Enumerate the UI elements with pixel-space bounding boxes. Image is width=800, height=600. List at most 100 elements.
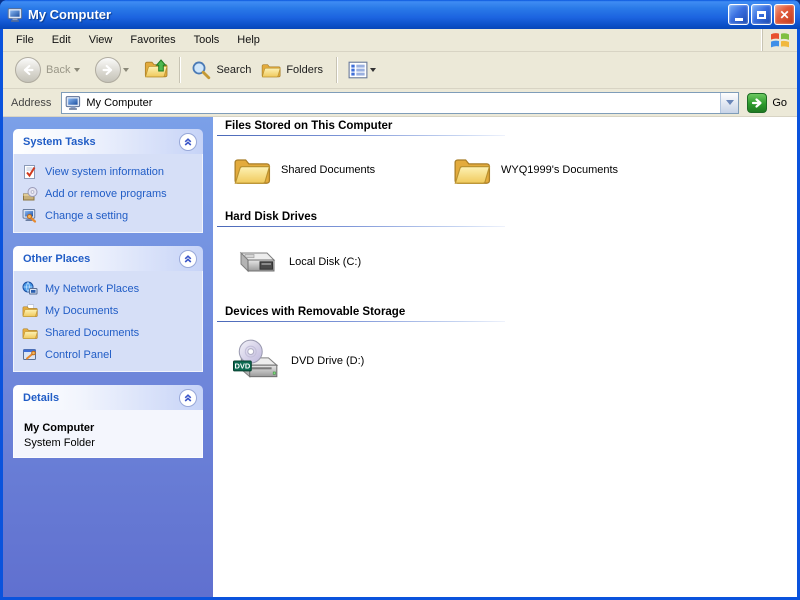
- toolbar: Back Search Folders: [3, 52, 797, 89]
- collapse-button[interactable]: [179, 250, 197, 268]
- link-label: Control Panel: [45, 349, 112, 361]
- details-item-type: System Folder: [24, 437, 194, 449]
- section-divider: [217, 226, 505, 227]
- title-bar: My Computer ✕: [0, 0, 800, 29]
- back-dropdown-icon[interactable]: [74, 68, 80, 72]
- address-label: Address: [3, 97, 61, 109]
- item-local-disk-c[interactable]: Local Disk (C:): [233, 243, 453, 281]
- up-button[interactable]: [140, 54, 172, 86]
- item-label: Local Disk (C:): [289, 256, 361, 268]
- address-input[interactable]: My Computer: [61, 92, 739, 114]
- maximize-button[interactable]: [751, 4, 772, 25]
- address-bar: Address My Computer Go: [3, 89, 797, 117]
- section-title-removable: Devices with Removable Storage: [217, 305, 797, 318]
- chevron-down-icon: [726, 100, 734, 105]
- collapse-button[interactable]: [179, 133, 197, 151]
- link-my-network-places[interactable]: My Network Places: [22, 280, 194, 297]
- views-icon: [348, 60, 368, 80]
- go-arrow-icon: [751, 97, 763, 109]
- files-row: Shared Documents WYQ1999's Documents: [233, 153, 797, 187]
- disks-row: Local Disk (C:): [233, 243, 797, 281]
- back-button[interactable]: Back: [11, 54, 91, 86]
- details-panel: Details My Computer System Folder: [13, 385, 203, 458]
- search-button[interactable]: Search: [187, 54, 257, 86]
- chevron-up-icon: [183, 254, 193, 264]
- forward-button[interactable]: [91, 54, 140, 86]
- collapse-button[interactable]: [179, 389, 197, 407]
- task-change-a-setting[interactable]: Change a setting: [22, 207, 194, 224]
- item-label: WYQ1999's Documents: [501, 164, 618, 176]
- folders-icon: [261, 60, 281, 80]
- control-panel-icon: [22, 347, 38, 363]
- views-dropdown-icon: [370, 68, 376, 72]
- address-dropdown-button[interactable]: [720, 93, 738, 113]
- go-area: Go: [739, 93, 793, 113]
- window-title: My Computer: [28, 7, 726, 22]
- system-tasks-body: View system information Add or remove pr…: [13, 154, 203, 233]
- menu-tools[interactable]: Tools: [185, 31, 229, 49]
- menu-bar: File Edit View Favorites Tools Help: [3, 29, 797, 52]
- item-wyq1999s-documents[interactable]: WYQ1999's Documents: [453, 153, 673, 187]
- my-computer-window: My Computer ✕ File Edit View Favorites T…: [0, 0, 800, 600]
- item-label: Shared Documents: [281, 164, 375, 176]
- link-label: My Network Places: [45, 283, 139, 295]
- system-tasks-title: System Tasks: [23, 136, 179, 148]
- other-places-panel: Other Places My Network Places: [13, 246, 203, 372]
- menu-favorites[interactable]: Favorites: [121, 31, 184, 49]
- chevron-up-icon: [183, 393, 193, 403]
- item-label: DVD Drive (D:): [291, 355, 364, 367]
- minimize-icon: [735, 18, 743, 21]
- go-label[interactable]: Go: [772, 97, 787, 109]
- go-button[interactable]: [747, 93, 767, 113]
- dvd-badge-label: DVD: [234, 362, 250, 371]
- views-button[interactable]: [344, 54, 387, 86]
- my-computer-icon: [7, 7, 23, 23]
- task-pane-sidebar: System Tasks View system information: [3, 117, 213, 597]
- task-view-system-information[interactable]: View system information: [22, 163, 194, 180]
- add-remove-programs-icon: [22, 186, 38, 202]
- link-label: My Documents: [45, 305, 118, 317]
- up-folder-icon: [144, 59, 168, 81]
- menu-help[interactable]: Help: [228, 31, 269, 49]
- details-header[interactable]: Details: [13, 385, 203, 410]
- forward-dropdown-icon[interactable]: [123, 68, 129, 72]
- menu-file[interactable]: File: [7, 31, 43, 49]
- close-button[interactable]: ✕: [774, 4, 795, 25]
- toolbar-separator: [336, 57, 337, 83]
- my-documents-icon: [22, 303, 38, 319]
- my-computer-icon: [65, 95, 81, 111]
- item-dvd-drive-d[interactable]: DVD DVD Drive (D:): [233, 334, 453, 388]
- folder-icon: [453, 153, 491, 187]
- maximize-icon: [757, 11, 766, 19]
- task-label: View system information: [45, 166, 164, 178]
- change-setting-icon: [22, 208, 38, 224]
- menu-edit[interactable]: Edit: [43, 31, 80, 49]
- link-control-panel[interactable]: Control Panel: [22, 346, 194, 363]
- details-body: My Computer System Folder: [13, 410, 203, 458]
- folder-icon: [233, 153, 271, 187]
- link-my-documents[interactable]: My Documents: [22, 302, 194, 319]
- chevron-up-icon: [183, 137, 193, 147]
- back-label: Back: [46, 64, 70, 76]
- details-title: Details: [23, 392, 179, 404]
- minimize-button[interactable]: [728, 4, 749, 25]
- task-add-or-remove-programs[interactable]: Add or remove programs: [22, 185, 194, 202]
- item-shared-documents[interactable]: Shared Documents: [233, 153, 453, 187]
- shared-documents-icon: [22, 325, 38, 341]
- section-divider: [217, 135, 505, 136]
- other-places-title: Other Places: [23, 253, 179, 265]
- task-label: Add or remove programs: [45, 188, 167, 200]
- link-shared-documents[interactable]: Shared Documents: [22, 324, 194, 341]
- folders-label: Folders: [286, 64, 323, 76]
- search-icon: [191, 60, 211, 80]
- back-icon: [15, 57, 41, 83]
- system-tasks-header[interactable]: System Tasks: [13, 129, 203, 154]
- dvd-drive-icon: DVD: [233, 334, 281, 388]
- menu-view[interactable]: View: [80, 31, 122, 49]
- other-places-header[interactable]: Other Places: [13, 246, 203, 271]
- address-value: My Computer: [86, 97, 720, 109]
- content-area: System Tasks View system information: [3, 117, 797, 597]
- section-title-files: Files Stored on This Computer: [217, 119, 797, 132]
- folders-button[interactable]: Folders: [257, 54, 329, 86]
- windows-logo-icon: [762, 29, 797, 51]
